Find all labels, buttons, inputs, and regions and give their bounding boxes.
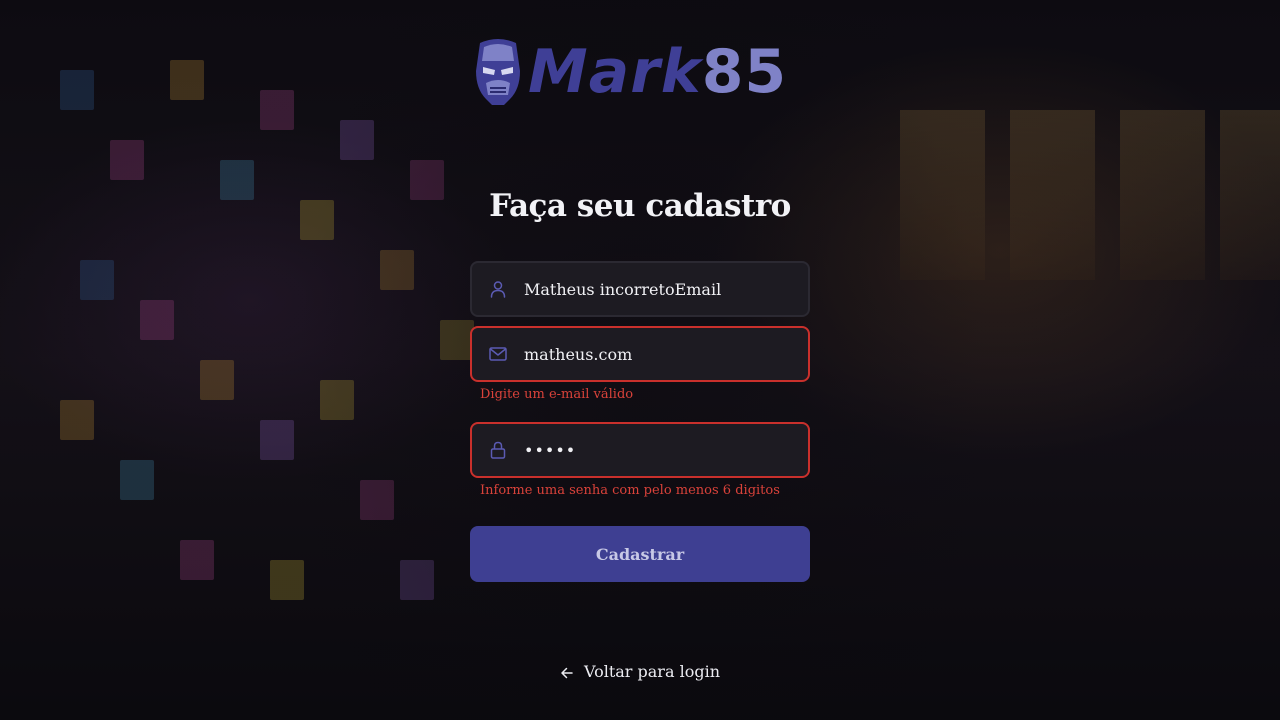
brand-logo: Mark85 <box>474 36 808 108</box>
user-icon <box>488 279 508 299</box>
password-input[interactable] <box>524 440 808 460</box>
arrow-left-icon <box>560 665 574 679</box>
back-to-login-label: Voltar para login <box>583 662 720 681</box>
email-error-message: Digite um e-mail válido <box>480 387 634 402</box>
lock-icon <box>488 440 508 460</box>
name-input[interactable] <box>524 279 808 299</box>
name-field[interactable] <box>470 261 810 317</box>
ironman-mask-icon <box>474 37 522 107</box>
register-button[interactable]: Cadastrar <box>470 526 810 582</box>
password-field[interactable] <box>470 422 810 478</box>
email-input[interactable] <box>524 344 808 364</box>
password-error-message: Informe uma senha com pelo menos 6 digit… <box>480 483 780 498</box>
mail-icon <box>488 344 508 364</box>
back-to-login-anchor[interactable]: Voltar para login <box>560 662 720 681</box>
logo-number: 85 <box>701 37 788 107</box>
page-title: Faça seu cadastro <box>489 188 791 224</box>
email-field[interactable] <box>470 326 810 382</box>
logo-word: Mark <box>528 37 702 107</box>
